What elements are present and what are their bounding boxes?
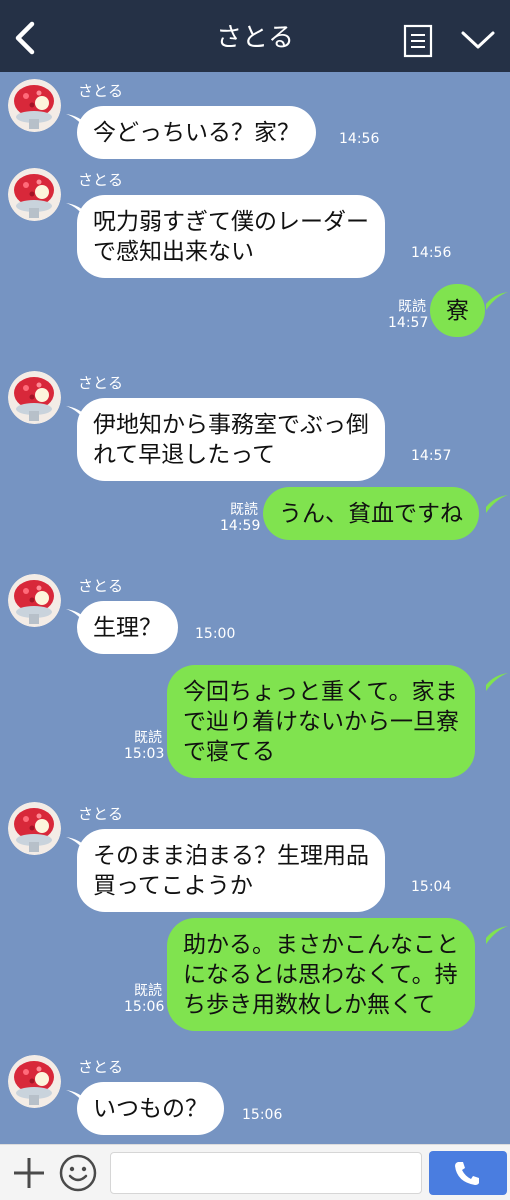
call-button[interactable] — [429, 1151, 507, 1195]
message-bubble[interactable]: 生理？ — [77, 601, 178, 654]
message-time: 14:56 — [339, 131, 380, 147]
avatar[interactable] — [8, 168, 61, 221]
message-time: 15:06 — [242, 1107, 283, 1123]
avatar[interactable] — [8, 1055, 61, 1108]
avatar[interactable] — [8, 802, 61, 855]
message-composer — [0, 1144, 510, 1200]
read-label: 既読 — [398, 299, 426, 315]
phone-icon — [455, 1162, 479, 1185]
chat-header: さとる — [0, 0, 510, 72]
message-bubble[interactable]: 今どっちいる？家？ — [77, 106, 316, 159]
message-bubble[interactable]: いつもの？ — [77, 1082, 224, 1135]
message-time: 14:57 — [388, 315, 429, 331]
message-time: 15:00 — [195, 626, 236, 642]
message-bubble[interactable]: 伊地知から事務室でぶっ倒 れて早退したって — [77, 398, 385, 481]
message-input[interactable] — [110, 1152, 422, 1194]
message-bubble[interactable]: そのまま泊まる？生理用品 買ってこようか — [77, 829, 385, 912]
message-bubble[interactable]: 呪力弱すぎて僕のレーダー で感知出来ない — [77, 195, 385, 278]
read-label: 既読 — [134, 730, 162, 746]
notes-icon[interactable] — [403, 24, 433, 58]
message-bubble[interactable]: うん、貧血ですね — [263, 487, 479, 540]
read-label: 既読 — [230, 502, 258, 518]
read-receipt: 既読 14:57 — [388, 299, 429, 331]
avatar[interactable] — [8, 79, 61, 132]
message-time: 14:56 — [411, 245, 452, 261]
read-receipt: 既読 15:03 — [124, 730, 165, 762]
sender-name: さとる — [78, 805, 124, 823]
sender-name: さとる — [78, 1058, 124, 1076]
message-bubble[interactable]: 助かる。まさかこんなこと になるとは思わなくて。持 ち歩き用数枚しか無くて — [167, 918, 475, 1031]
read-receipt: 既読 15:06 — [124, 983, 165, 1015]
message-time: 15:03 — [124, 746, 165, 762]
bubble-tail — [486, 495, 508, 513]
message-time: 15:06 — [124, 999, 165, 1015]
avatar[interactable] — [8, 574, 61, 627]
chevron-down-icon[interactable] — [460, 28, 496, 52]
sender-name: さとる — [78, 374, 124, 392]
message-time: 15:04 — [411, 879, 452, 895]
bubble-tail — [486, 926, 508, 944]
avatar[interactable] — [8, 371, 61, 424]
plus-icon[interactable] — [12, 1156, 46, 1190]
message-bubble[interactable]: 今回ちょっと重くて。家ま で辿り着けないから一旦寮 で寝てる — [167, 665, 475, 778]
sender-name: さとる — [78, 577, 124, 595]
message-time: 14:59 — [220, 518, 261, 534]
bubble-tail — [486, 673, 508, 691]
message-list[interactable]: さとる 今どっちいる？家？ 14:56 さとる 呪力弱すぎて僕のレーダー で感知… — [0, 72, 510, 1144]
chat-title: さとる — [215, 23, 294, 53]
message-bubble[interactable]: 寮 — [430, 284, 485, 337]
bubble-tail — [486, 292, 508, 310]
sender-name: さとる — [78, 82, 124, 100]
message-time: 14:57 — [411, 448, 452, 464]
smiley-icon[interactable] — [59, 1154, 97, 1192]
sender-name: さとる — [78, 171, 124, 189]
read-label: 既読 — [134, 983, 162, 999]
read-receipt: 既読 14:59 — [220, 502, 261, 534]
